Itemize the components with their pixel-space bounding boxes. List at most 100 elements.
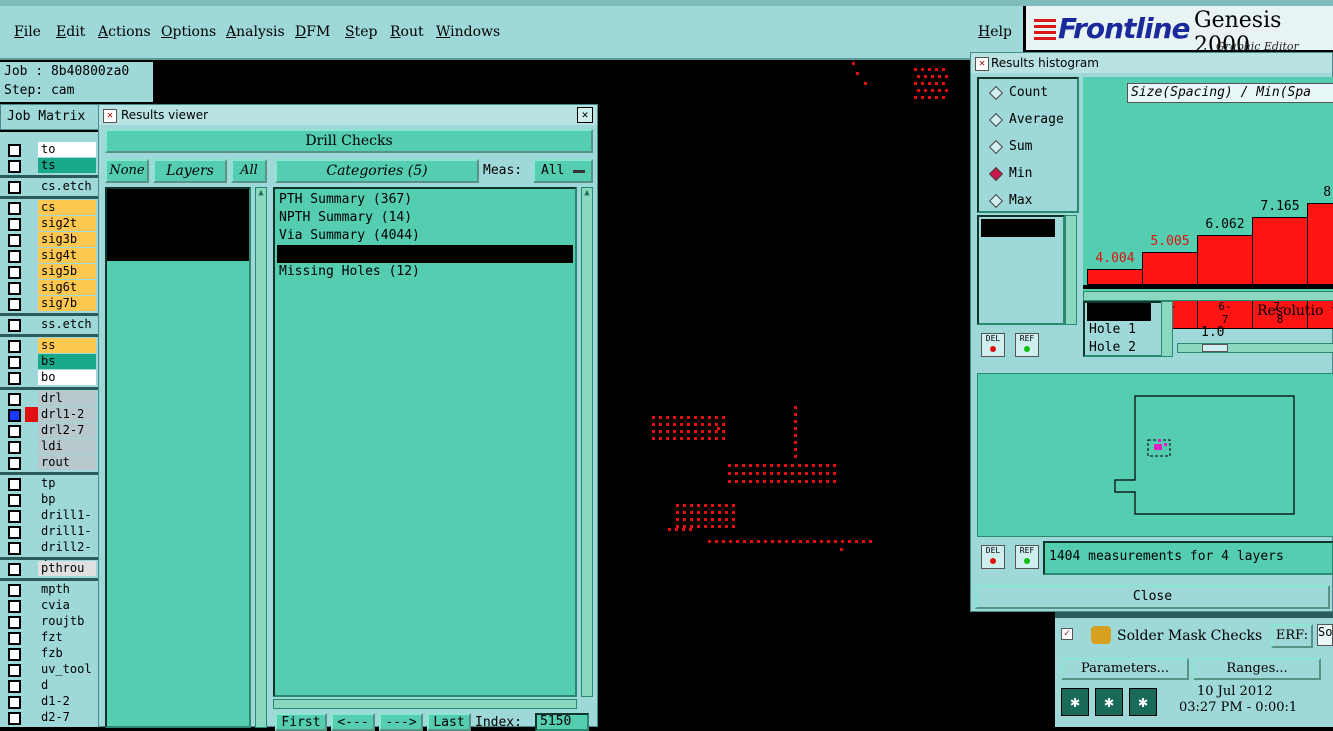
field-item[interactable]: Spacing bbox=[1087, 303, 1151, 321]
histogram-bar[interactable] bbox=[1087, 269, 1143, 285]
menu-rout[interactable]: Rout bbox=[390, 24, 424, 40]
list-item[interactable]: drl2-7 bbox=[107, 225, 249, 243]
layer-row[interactable]: sig3b bbox=[0, 232, 98, 248]
board-preview[interactable] bbox=[977, 373, 1333, 537]
erf-input[interactable]: So bbox=[1317, 624, 1333, 646]
graphic-canvas[interactable] bbox=[598, 62, 970, 727]
category-item-selected[interactable]: Close Holes (1404) bbox=[277, 245, 573, 263]
radio-max[interactable]: Max bbox=[988, 193, 1032, 208]
layer-checkbox[interactable] bbox=[8, 510, 21, 523]
layer-checkbox[interactable] bbox=[8, 160, 21, 173]
layer-checkbox[interactable] bbox=[8, 144, 21, 157]
check-enable-checkbox[interactable]: ✓ bbox=[1061, 628, 1073, 640]
layer-row[interactable]: ts bbox=[0, 158, 98, 174]
histogram-bar[interactable] bbox=[1252, 217, 1308, 285]
radio-sum[interactable]: Sum bbox=[988, 139, 1032, 154]
layer-row[interactable]: cs.etch bbox=[0, 179, 98, 195]
measure-item[interactable]: Spacing bbox=[981, 219, 1055, 237]
ref-button-2[interactable]: REF bbox=[1015, 545, 1039, 569]
layer-checkbox[interactable] bbox=[8, 250, 21, 263]
layer-row[interactable]: drl1-2 bbox=[0, 407, 98, 423]
field-item[interactable]: Hole 2 bbox=[1087, 339, 1151, 357]
layer-row[interactable]: drl bbox=[0, 391, 98, 407]
layer-checkbox[interactable] bbox=[8, 425, 21, 438]
measure-scrollbar[interactable] bbox=[1065, 215, 1077, 325]
menu-file[interactable]: File bbox=[14, 24, 41, 40]
scroll-up-icon[interactable]: ▲ bbox=[256, 188, 266, 198]
categories-scrollbar[interactable]: ▲ bbox=[581, 187, 593, 697]
layer-row[interactable]: sig5b bbox=[0, 264, 98, 280]
ref-button[interactable]: REF bbox=[1015, 333, 1039, 357]
resolution-slider[interactable] bbox=[1177, 343, 1333, 353]
parameters-button[interactable]: Parameters... bbox=[1061, 658, 1189, 680]
layer-checkbox[interactable] bbox=[8, 542, 21, 555]
layer-checkbox[interactable] bbox=[8, 202, 21, 215]
layer-row[interactable]: d2-7 bbox=[0, 710, 98, 726]
layer-checkbox[interactable] bbox=[8, 478, 21, 491]
layer-row[interactable]: ldi bbox=[0, 439, 98, 455]
layer-row[interactable]: ss bbox=[0, 338, 98, 354]
layer-checkbox[interactable] bbox=[8, 409, 21, 422]
layer-checkbox[interactable] bbox=[8, 584, 21, 597]
layer-row[interactable]: bo bbox=[0, 370, 98, 386]
index-input[interactable]: 5150 bbox=[535, 713, 589, 731]
categories-hscrollbar[interactable] bbox=[273, 699, 577, 709]
layer-row[interactable]: fzt bbox=[0, 630, 98, 646]
layer-checkbox[interactable] bbox=[8, 648, 21, 661]
erf-button[interactable]: ERF: bbox=[1271, 624, 1313, 648]
layer-checkbox[interactable] bbox=[8, 282, 21, 295]
field-item[interactable]: Hole 1 bbox=[1087, 321, 1151, 339]
layer-checkbox[interactable] bbox=[8, 441, 21, 454]
run-all-icon[interactable]: ✱ bbox=[1095, 688, 1123, 716]
layer-row[interactable]: cs bbox=[0, 200, 98, 216]
layer-row[interactable]: ss.etch bbox=[0, 317, 98, 333]
none-button[interactable]: None bbox=[105, 159, 149, 183]
stop-icon[interactable]: ✱ bbox=[1129, 688, 1157, 716]
radio-min[interactable]: Min bbox=[988, 166, 1032, 181]
category-item[interactable]: PTH Summary (367) bbox=[277, 191, 573, 209]
layer-row[interactable]: drill1-2 bbox=[0, 508, 98, 537]
layer-checkbox[interactable] bbox=[8, 356, 21, 369]
layer-checkbox[interactable] bbox=[8, 457, 21, 470]
first-button[interactable]: First bbox=[275, 713, 327, 731]
layer-checkbox[interactable] bbox=[8, 680, 21, 693]
menu-analysis[interactable]: Analysis bbox=[226, 24, 285, 40]
layers-scrollbar[interactable]: ▲ bbox=[255, 187, 267, 728]
layer-row[interactable]: fzb bbox=[0, 646, 98, 662]
scroll-up-icon[interactable]: ▲ bbox=[582, 188, 592, 198]
menu-dfm[interactable]: DFM bbox=[295, 24, 330, 40]
layer-checkbox[interactable] bbox=[8, 632, 21, 645]
layer-checkbox[interactable] bbox=[8, 526, 21, 539]
fields-scrollbar[interactable] bbox=[1161, 301, 1173, 357]
layer-checkbox[interactable] bbox=[8, 600, 21, 613]
layer-checkbox[interactable] bbox=[8, 393, 21, 406]
menu-options[interactable]: Options bbox=[161, 24, 216, 40]
layer-checkbox[interactable] bbox=[8, 664, 21, 677]
last-button[interactable]: Last bbox=[427, 713, 471, 731]
layer-row[interactable]: roujtb bbox=[0, 614, 98, 630]
layer-checkbox[interactable] bbox=[8, 319, 21, 332]
window-menu-icon[interactable]: ✕ bbox=[975, 57, 989, 71]
window-menu-icon[interactable]: ✕ bbox=[103, 109, 117, 123]
job-matrix-button[interactable]: Job Matrix bbox=[0, 104, 100, 130]
menu-step[interactable]: Step bbox=[345, 24, 377, 40]
layer-row[interactable]: pthrou bbox=[0, 561, 98, 577]
menu-edit[interactable]: Edit bbox=[56, 24, 85, 40]
slider-thumb[interactable] bbox=[1202, 344, 1228, 352]
layer-checkbox[interactable] bbox=[8, 696, 21, 709]
prev-button[interactable]: <--- bbox=[331, 713, 375, 731]
layer-checkbox[interactable] bbox=[8, 340, 21, 353]
layer-row[interactable]: to bbox=[0, 142, 98, 158]
layer-row[interactable]: uv_tool bbox=[0, 662, 98, 678]
layer-row[interactable]: bs bbox=[0, 354, 98, 370]
layer-checkbox[interactable] bbox=[8, 266, 21, 279]
layer-checkbox[interactable] bbox=[8, 616, 21, 629]
layer-row[interactable]: drl2-7 bbox=[0, 423, 98, 439]
layer-row[interactable]: bp bbox=[0, 492, 98, 508]
layer-checkbox[interactable] bbox=[8, 298, 21, 311]
list-item[interactable]: drl bbox=[107, 189, 249, 207]
layer-row[interactable]: drill1-8 bbox=[0, 524, 98, 553]
layer-row[interactable]: sig7b bbox=[0, 296, 98, 312]
layer-row[interactable]: tp bbox=[0, 476, 98, 492]
layer-row[interactable]: d1-2 bbox=[0, 694, 98, 710]
